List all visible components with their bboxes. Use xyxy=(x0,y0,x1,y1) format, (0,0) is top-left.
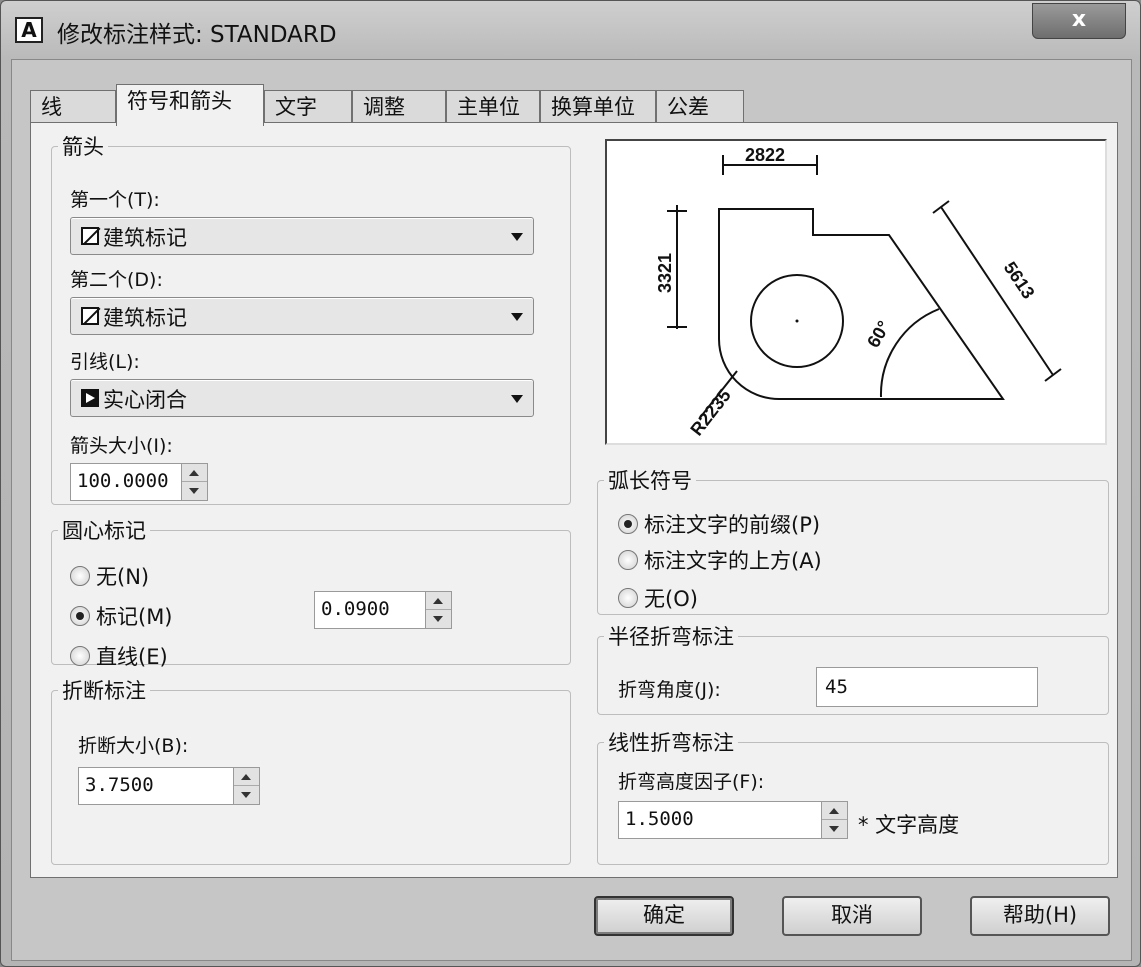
spin-down-button[interactable] xyxy=(234,786,259,804)
jog-height-value: 1.5000 xyxy=(625,808,694,830)
text-height-suffix: * 文字高度 xyxy=(858,813,960,837)
radio-label: 直线(E) xyxy=(96,645,168,669)
radio-off-icon xyxy=(70,646,90,666)
center-mark-size-value: 0.0900 xyxy=(321,598,390,620)
autocad-app-icon: A xyxy=(15,17,43,43)
preview-dim-diag: 5613 xyxy=(1000,258,1039,302)
spin-up-button[interactable] xyxy=(182,464,207,482)
cancel-button[interactable]: 取消 xyxy=(782,896,922,936)
help-button[interactable]: 帮助(H) xyxy=(970,896,1110,936)
first-arrow-value: 建筑标记 xyxy=(103,226,187,250)
dimension-preview: 2822 3321 5613 60° R2235 xyxy=(605,139,1107,445)
spin-down-button[interactable] xyxy=(822,820,847,838)
window-title: 修改标注样式: STANDARD xyxy=(57,22,337,48)
first-arrow-select[interactable]: 建筑标记 xyxy=(70,217,534,255)
radius-jog-group: 半径折弯标注 折弯角度(J): 45 xyxy=(597,621,1109,715)
chevron-down-icon xyxy=(511,233,523,241)
closed-filled-arrow-icon xyxy=(81,389,99,407)
ok-button[interactable]: 确定 xyxy=(594,896,734,936)
jog-angle-label: 折弯角度(J): xyxy=(618,679,721,701)
radio-label: 无(O) xyxy=(644,587,698,611)
arrow-size-label: 箭头大小(I): xyxy=(70,435,173,457)
radio-off-icon xyxy=(70,566,90,586)
dimension-break-group: 折断标注 折断大小(B): 3.7500 xyxy=(51,675,571,865)
preview-dim-radius: R2235 xyxy=(686,385,734,439)
leader-arrow-select[interactable]: 实心闭合 xyxy=(70,379,534,417)
break-size-label: 折断大小(B): xyxy=(78,735,189,757)
tab-lines[interactable]: 线 xyxy=(30,90,116,124)
radio-on-icon xyxy=(70,606,90,626)
radio-label: 标注文字的上方(A) xyxy=(644,549,822,573)
linear-jog-legend: 线性折弯标注 xyxy=(608,731,734,755)
arrow-size-value: 100.0000 xyxy=(77,470,169,492)
center-marks-group: 圆心标记 无(N) 标记(M) 直线(E) 0.0900 xyxy=(51,515,571,669)
dialog-client-area: 线 符号和箭头 文字 调整 主单位 换算单位 公差 箭头 第一个(T): 建筑标… xyxy=(11,59,1132,961)
tab-symbols-arrows[interactable]: 符号和箭头 xyxy=(116,84,264,126)
arc-length-legend: 弧长符号 xyxy=(608,469,692,493)
spin-up-button[interactable] xyxy=(234,768,259,786)
spin-down-button[interactable] xyxy=(182,482,207,500)
radio-label: 标记(M) xyxy=(96,605,173,629)
preview-dim-angle: 60° xyxy=(863,317,894,351)
center-mark-mark-radio[interactable]: 标记(M) xyxy=(70,601,173,631)
radius-jog-legend: 半径折弯标注 xyxy=(608,625,734,649)
architectural-tick-icon xyxy=(81,227,99,245)
tab-tolerances[interactable]: 公差 xyxy=(656,90,744,124)
leader-arrow-label: 引线(L): xyxy=(70,351,140,373)
break-size-value: 3.7500 xyxy=(85,774,154,796)
second-arrow-label: 第二个(D): xyxy=(70,269,163,291)
dialog-window: A 修改标注样式: STANDARD x 线 符号和箭头 文字 调整 主单位 换… xyxy=(0,0,1141,967)
radio-label: 标注文字的前缀(P) xyxy=(644,513,821,537)
jog-angle-input[interactable]: 45 xyxy=(816,667,1038,707)
first-arrow-label: 第一个(T): xyxy=(70,189,160,211)
second-arrow-value: 建筑标记 xyxy=(103,306,187,330)
tab-panel-symbols-arrows: 箭头 第一个(T): 建筑标记 第二个(D): 建筑标记 引线(L): 实心闭合 xyxy=(30,122,1118,878)
break-size-spinner[interactable]: 3.7500 xyxy=(78,767,260,805)
second-arrow-select[interactable]: 建筑标记 xyxy=(70,297,534,335)
center-mark-none-radio[interactable]: 无(N) xyxy=(70,561,149,591)
center-mark-size-spinner[interactable]: 0.0900 xyxy=(314,591,452,629)
spin-up-button[interactable] xyxy=(822,802,847,820)
tab-text[interactable]: 文字 xyxy=(264,90,352,124)
radio-label: 无(N) xyxy=(96,565,150,589)
preview-dim-top: 2822 xyxy=(745,145,785,165)
jog-height-spinner[interactable]: 1.5000 xyxy=(618,801,848,839)
center-mark-line-radio[interactable]: 直线(E) xyxy=(70,641,168,671)
jog-angle-value: 45 xyxy=(825,676,848,698)
dimension-break-legend: 折断标注 xyxy=(62,679,146,703)
center-marks-legend: 圆心标记 xyxy=(62,519,146,543)
leader-arrow-value: 实心闭合 xyxy=(103,388,187,412)
radio-off-icon xyxy=(618,550,638,570)
arrowheads-group: 箭头 第一个(T): 建筑标记 第二个(D): 建筑标记 引线(L): 实心闭合 xyxy=(51,131,571,505)
radio-on-icon xyxy=(618,514,638,534)
preview-dim-left: 3321 xyxy=(655,253,675,293)
close-button[interactable]: x xyxy=(1032,3,1126,39)
arrowheads-legend: 箭头 xyxy=(62,135,104,159)
preview-drawing: 2822 3321 5613 60° R2235 xyxy=(655,145,1062,439)
spin-up-button[interactable] xyxy=(426,592,451,610)
arc-length-symbol-group: 弧长符号 标注文字的前缀(P) 标注文字的上方(A) 无(O) xyxy=(597,465,1109,615)
tab-alternate-units[interactable]: 换算单位 xyxy=(540,90,656,124)
arc-above-radio[interactable]: 标注文字的上方(A) xyxy=(618,545,822,575)
linear-jog-group: 线性折弯标注 折弯高度因子(F): 1.5000 * 文字高度 xyxy=(597,727,1109,865)
preview-angle-arc xyxy=(879,308,940,398)
spin-down-button[interactable] xyxy=(426,610,451,628)
tab-primary-units[interactable]: 主单位 xyxy=(446,90,540,124)
chevron-down-icon xyxy=(511,313,523,321)
tab-fit[interactable]: 调整 xyxy=(352,90,446,124)
title-bar[interactable]: A 修改标注样式: STANDARD x xyxy=(1,1,1140,59)
arc-none-radio[interactable]: 无(O) xyxy=(618,583,698,613)
arc-prefix-radio[interactable]: 标注文字的前缀(P) xyxy=(618,509,820,539)
architectural-tick-icon xyxy=(81,307,99,325)
chevron-down-icon xyxy=(511,395,523,403)
jog-height-label: 折弯高度因子(F): xyxy=(618,771,765,793)
arrow-size-spinner[interactable]: 100.0000 xyxy=(70,463,208,501)
radio-off-icon xyxy=(618,588,638,608)
